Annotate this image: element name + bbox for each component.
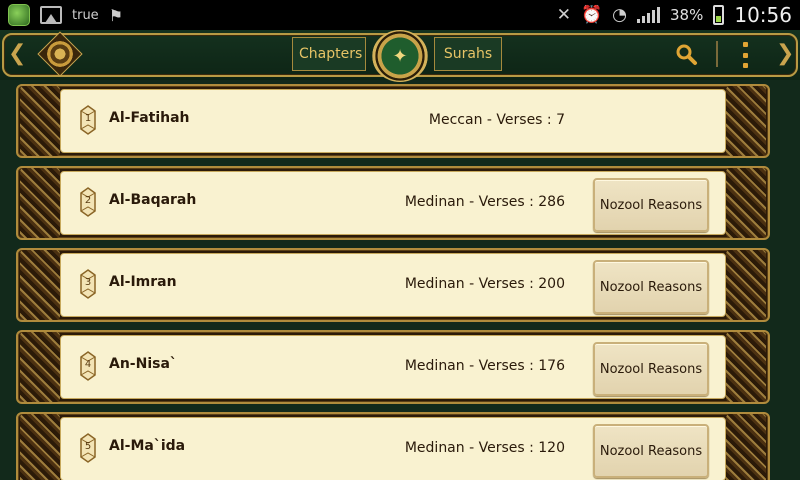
list-item[interactable]: 3 Al-Imran Medinan - Verses : 200 Nozool… [16,248,770,322]
surah-name: Al-Baqarah [109,192,197,208]
surah-number-badge-icon: 4 [77,351,99,381]
row-card[interactable]: 4 An-Nisa` Medinan - Verses : 176 Nozool… [60,335,726,399]
row-card[interactable]: 5 Al-Ma`ida Medinan - Verses : 120 Nozoo… [60,417,726,480]
surah-name: Al-Fatihah [109,110,190,126]
row-ornament-right [726,332,766,402]
flag-notification-icon: ⚑ [108,5,124,25]
surah-number: 3 [84,277,92,288]
row-ornament-left [20,332,60,402]
quran-logo-icon: ✦ [392,45,408,67]
row-ornament-left [20,86,60,156]
battery-percent: 38% [670,6,704,24]
action-bar: ❮ Chapters ✦ Surahs ❯ [0,30,800,82]
nozool-reasons-button[interactable]: Nozool Reasons [593,260,709,314]
surah-info: Medinan - Verses : 120 [404,440,565,456]
surah-info: Medinan - Verses : 176 [404,358,565,374]
row-ornament-right [726,414,766,480]
tab-chapters[interactable]: Chapters [292,37,366,71]
surah-info: Medinan - Verses : 200 [404,276,565,292]
mute-icon: ✕ [556,5,571,25]
status-bar: true ⚑ ✕ ⏰ ◔ 38% 10:56 [0,0,800,30]
surah-name: An-Nisa` [109,356,177,372]
tab-surahs[interactable]: Surahs [434,37,502,71]
surah-number: 1 [84,113,92,124]
overflow-menu-icon[interactable] [740,42,750,68]
list-item[interactable]: 2 Al-Baqarah Medinan - Verses : 286 Nozo… [16,166,770,240]
list-item[interactable]: 5 Al-Ma`ida Medinan - Verses : 120 Nozoo… [16,412,770,480]
surah-number: 2 [84,195,92,206]
surah-number-badge-icon: 5 [77,433,99,463]
surah-number: 5 [84,441,92,452]
row-card[interactable]: 1 Al-Fatihah Meccan - Verses : 7 [60,89,726,153]
nozool-reasons-button[interactable]: Nozool Reasons [593,178,709,232]
row-ornament-left [20,168,60,238]
surah-number-badge-icon: 2 [77,187,99,217]
surah-name: Al-Imran [109,274,177,290]
row-ornament-left [20,414,60,480]
right-ornament-icon: ❯ [776,41,795,66]
row-card[interactable]: 2 Al-Baqarah Medinan - Verses : 286 Nozo… [60,171,726,235]
nozool-reasons-button[interactable]: Nozool Reasons [593,424,709,478]
nozool-reasons-button[interactable]: Nozool Reasons [593,342,709,396]
list-item[interactable]: 4 An-Nisa` Medinan - Verses : 176 Nozool… [16,330,770,404]
battery-icon [713,5,725,25]
search-icon[interactable] [674,42,698,66]
row-ornament-right [726,250,766,320]
row-ornament-left [20,250,60,320]
row-card[interactable]: 3 Al-Imran Medinan - Verses : 200 Nozool… [60,253,726,317]
action-divider [716,41,718,67]
quran-logo: ✦ [372,30,428,82]
surah-info: Medinan - Verses : 286 [404,194,565,210]
signal-icon [637,7,661,23]
surah-number-badge-icon: 1 [77,105,99,135]
alarm-icon: ⏰ [581,5,603,25]
status-bar-right: ✕ ⏰ ◔ 38% 10:56 [557,3,792,27]
carrier-label: true [72,7,99,23]
row-ornament-right [726,86,766,156]
list-item[interactable]: 1 Al-Fatihah Meccan - Verses : 7 [16,84,770,158]
clock: 10:56 [734,3,792,27]
surah-name: Al-Ma`ida [109,438,186,454]
gallery-notification-icon [40,6,62,24]
surah-list: 1 Al-Fatihah Meccan - Verses : 7 2 Al-Ba… [0,80,800,480]
surah-info: Meccan - Verses : 7 [428,112,565,128]
app-notification-icon [8,4,30,26]
left-ornament-icon: ❮ [8,41,27,66]
surah-number-badge-icon: 3 [77,269,99,299]
status-bar-left: true ⚑ [8,4,123,26]
surah-number: 4 [84,359,92,370]
wifi-icon: ◔ [612,5,628,25]
row-ornament-right [726,168,766,238]
